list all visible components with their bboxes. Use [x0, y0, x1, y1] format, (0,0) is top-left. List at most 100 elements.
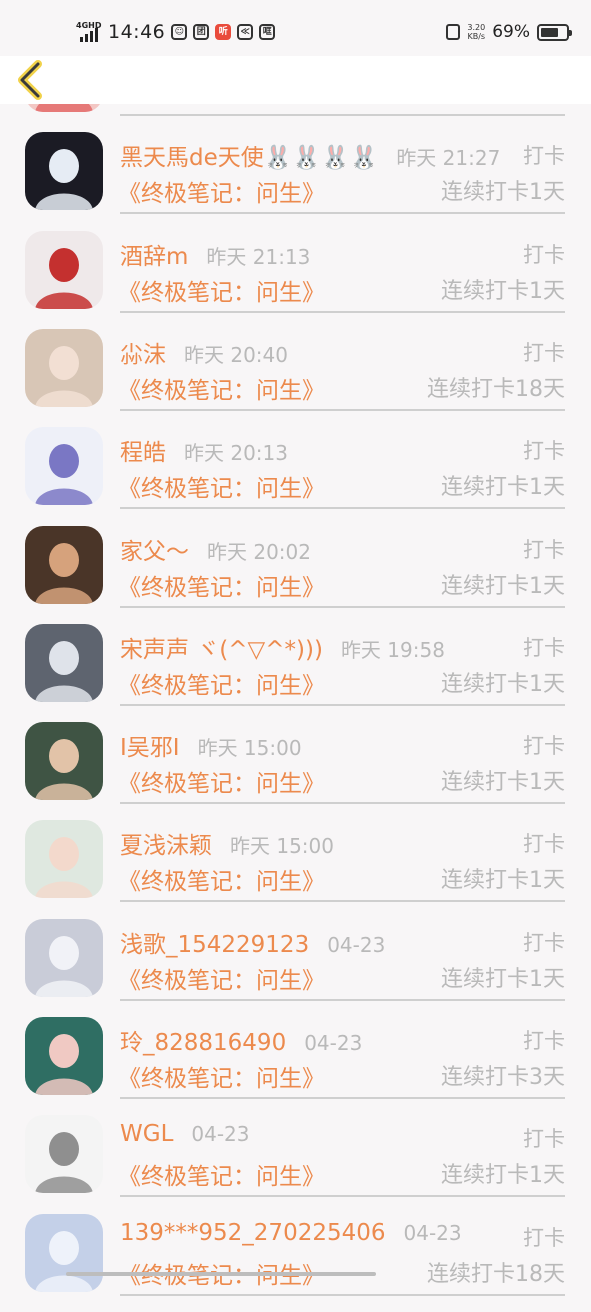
avatar[interactable] [25, 1017, 103, 1095]
status-right: 3.20 KB/s 69% [446, 20, 572, 44]
avatar[interactable] [25, 1214, 103, 1292]
checkin-row[interactable]: 家父～ 昨天 20:02 打卡 《终极笔记：问生》 连续打卡1天 [0, 526, 591, 624]
checkin-row[interactable]: WGL 04-23 打卡《终极笔记：问生》 连续打卡1天 [0, 1115, 591, 1213]
book-title[interactable]: 《终极笔记：问生》 [118, 568, 325, 602]
name-line: 玲_828816490 04-23 [120, 1023, 363, 1057]
streak-text: 连续打卡1天 [441, 1163, 565, 1188]
avatar[interactable] [25, 231, 103, 309]
user-name[interactable]: 139***952_270225406 [120, 1220, 386, 1246]
user-name[interactable]: 尛沫 [120, 335, 166, 369]
name-line: I吴邪I 昨天 15:00 [120, 728, 302, 762]
checkin-time: 昨天 20:02 [207, 540, 311, 564]
streak-text: 连续打卡1天 [441, 574, 565, 599]
notification-app-icon: ☺ [171, 24, 188, 40]
checkin-row[interactable]: 酒辞m 昨天 21:13 打卡《终极笔记：问生》 连续打卡1天 [0, 231, 591, 329]
checkin-tag: 打卡 [523, 243, 565, 267]
row-divider [120, 606, 565, 608]
avatar[interactable] [25, 329, 103, 407]
book-title[interactable]: 《终极笔记：问生》 [118, 1059, 325, 1093]
checkin-row[interactable]: 宋声声 ヾ(^▽^*))) 昨天 19:58 打卡《终极笔记：问生》 连续打卡1天 [0, 624, 591, 722]
checkin-row[interactable]: 程皓 昨天 20:13 打卡 《终极笔记：问生》 连续打卡1天 [0, 427, 591, 525]
status-left: 4GHD 14:46 ☺ 团 听 ≪ 哐 [74, 20, 276, 44]
notification-app-icon: 团 [193, 24, 210, 40]
streak-text: 连续打卡1天 [441, 672, 565, 697]
streak-text: 连续打卡1天 [441, 770, 565, 795]
user-name[interactable]: I吴邪I [120, 728, 180, 762]
checkin-tag: 打卡 [523, 636, 565, 660]
avatar[interactable] [25, 919, 103, 997]
checkin-time: 04-23 [191, 1122, 250, 1146]
row-divider [120, 114, 565, 116]
checkin-row[interactable]: I吴邪I 昨天 15:00 打卡《终极笔记：问生》 连续打卡1天 [0, 722, 591, 820]
checkin-time: 昨天 19:58 [340, 638, 445, 662]
avatar[interactable] [25, 427, 103, 505]
user-name[interactable]: 黑天馬de天使🐰🐰🐰🐰 [120, 138, 378, 172]
avatar[interactable] [25, 820, 103, 898]
book-title[interactable]: 《终极笔记：问生》 [118, 862, 325, 896]
checkin-time: 04-23 [327, 933, 386, 957]
name-line: 宋声声 ヾ(^▽^*))) 昨天 19:58 [120, 630, 445, 664]
book-title[interactable]: 《终极笔记：问生》 [118, 961, 325, 995]
status-time: 14:46 [108, 21, 166, 43]
avatar[interactable] [25, 722, 103, 800]
checkin-time: 04-23 [304, 1031, 363, 1055]
book-title[interactable]: 《终极笔记：问生》 [118, 764, 325, 798]
streak-text: 连续打卡1天 [441, 180, 565, 205]
top-nav-bar [0, 56, 591, 104]
checkin-tag: 打卡 [523, 734, 565, 758]
checkin-row[interactable]: 夏浅沫颖 昨天 15:00 打卡 《终极笔记：问生》 连续打卡1天 [0, 820, 591, 918]
back-button[interactable] [12, 58, 52, 102]
checkin-time: 昨天 20:13 [184, 441, 288, 465]
name-line: WGL 04-23 [120, 1121, 250, 1153]
checkin-row[interactable]: 玲_828816490 04-23 打卡 《终极笔记：问生》 连续打卡3天 [0, 1017, 591, 1115]
avatar[interactable] [25, 132, 103, 210]
checkin-tag: 打卡 [523, 931, 565, 955]
user-name[interactable]: 浅歌_154229123 [120, 925, 309, 959]
row-divider [120, 1097, 565, 1099]
user-name[interactable]: 酒辞m [120, 237, 188, 271]
row-divider [120, 1195, 565, 1197]
checkin-row[interactable]: 139***952_270225406 04-23 打卡 《终极笔记：问生》 连续打卡1… [0, 1214, 591, 1312]
checkin-time: 昨天 15:00 [197, 736, 302, 760]
cellular-signal-icon: 4GHD [74, 21, 102, 43]
streak-text: 连续打卡18天 [427, 377, 565, 402]
book-title[interactable]: 《终极笔记：问生》 [118, 371, 325, 405]
battery-percent: 69% [492, 22, 530, 42]
avatar[interactable] [25, 624, 103, 702]
checkin-time: 04-23 [403, 1221, 462, 1245]
checkin-tag: 打卡 [523, 1226, 565, 1250]
checkin-tag: 打卡 [523, 439, 565, 463]
name-line: 黑天馬de天使🐰🐰🐰🐰 昨天 21:27 [120, 138, 500, 172]
streak-text: 连续打卡1天 [441, 279, 565, 304]
row-divider [120, 409, 565, 411]
row-divider [120, 1294, 565, 1296]
book-title[interactable]: 《终极笔记：问生》 [118, 666, 325, 700]
avatar[interactable] [25, 1115, 103, 1193]
name-line: 浅歌_154229123 04-23 [120, 925, 386, 959]
book-title[interactable]: 《终极笔记：问生》 [118, 273, 325, 307]
user-name[interactable]: 夏浅沫颖 [120, 826, 212, 860]
checkin-row[interactable]: 黑天馬de天使🐰🐰🐰🐰 昨天 21:27 打卡 《终极笔记：问生》 连续打卡1天 [0, 132, 591, 230]
book-title[interactable]: 《终极笔记：问生》 [118, 174, 325, 208]
user-name[interactable]: 宋声声 ヾ(^▽^*))) [120, 630, 323, 664]
avatar[interactable] [25, 526, 103, 604]
book-title[interactable]: 《终极笔记：问生》 [118, 469, 325, 503]
user-name[interactable]: WGL [120, 1121, 173, 1147]
checkin-time: 昨天 15:00 [230, 834, 334, 858]
name-line: 139***952_270225406 04-23 [120, 1220, 462, 1252]
checkin-time: 昨天 20:40 [184, 343, 288, 367]
name-line: 酒辞m 昨天 21:13 [120, 237, 310, 271]
row-divider [120, 507, 565, 509]
checkin-row[interactable]: 浅歌_154229123 04-23 打卡 《终极笔记：问生》 连续打卡1天 [0, 919, 591, 1017]
network-speed: 3.20 KB/s [467, 23, 486, 41]
streak-text: 连续打卡1天 [441, 868, 565, 893]
battery-icon [537, 23, 572, 41]
user-name[interactable]: 程皓 [120, 433, 166, 467]
checkin-tag: 打卡 [523, 1029, 565, 1053]
book-title[interactable]: 《终极笔记：问生》 [118, 1157, 325, 1191]
checkin-row[interactable]: 尛沫 昨天 20:40 打卡 《终极笔记：问生》 连续打卡18天 [0, 329, 591, 427]
user-name[interactable]: 家父～ [120, 532, 189, 566]
user-name[interactable]: 玲_828816490 [120, 1023, 286, 1057]
checkin-tag: 打卡 [523, 1127, 565, 1151]
row-divider [120, 999, 565, 1001]
